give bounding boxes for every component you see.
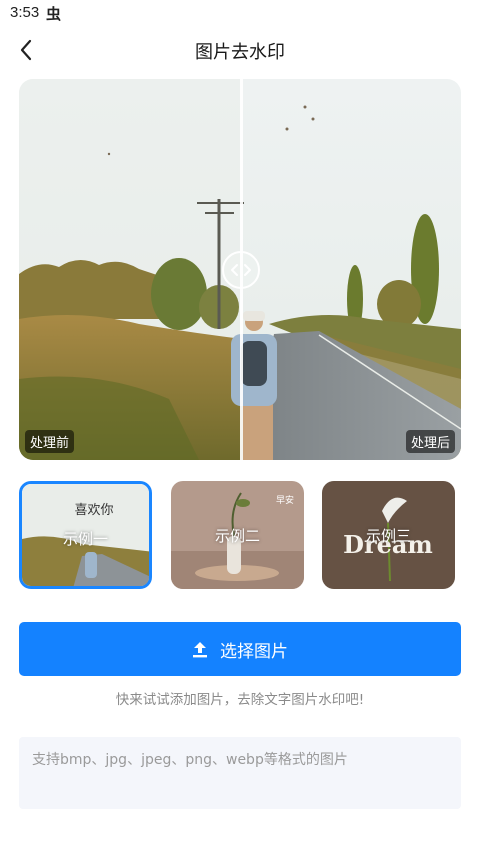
- hint-text: 快来试试添加图片，去除文字图片水印吧!: [115, 692, 365, 708]
- example-1-watermark: 喜欢你: [74, 503, 113, 518]
- example-1-label: 示例一: [62, 530, 108, 548]
- example-thumbnails: 喜欢你 示例一 早安 示例二 Dream 示例三: [19, 481, 461, 589]
- example-2-label: 示例二: [214, 527, 260, 545]
- before-label: 处理前: [25, 430, 75, 453]
- after-label: 处理后: [405, 430, 455, 453]
- example-thumbnail-1[interactable]: 喜欢你 示例一: [19, 481, 152, 589]
- status-bar: 3:53 虫: [0, 0, 480, 26]
- comparison-drag-handle[interactable]: [222, 251, 260, 289]
- left-right-arrows-icon: [231, 264, 251, 276]
- example-thumbnail-3[interactable]: Dream 示例三: [322, 481, 455, 589]
- format-info-box: 支持bmp、jpg、jpeg、png、webp等格式的图片: [19, 737, 461, 809]
- select-image-label: 选择图片: [220, 641, 288, 662]
- format-info-text: 支持bmp、jpg、jpeg、png、webp等格式的图片: [32, 752, 348, 768]
- status-time: 3:53: [10, 4, 40, 21]
- example-2-watermark: 早安: [276, 494, 294, 506]
- top-bar: 图片去水印: [0, 30, 480, 70]
- example-thumbnail-2[interactable]: 早安 示例二: [171, 481, 304, 589]
- page-title: 图片去水印: [195, 42, 285, 63]
- example-3-label: 示例三: [365, 527, 411, 545]
- select-image-button[interactable]: 选择图片: [19, 622, 461, 676]
- app-notification-icon: 虫: [46, 5, 62, 23]
- before-after-preview[interactable]: 处理前 处理后: [19, 79, 461, 460]
- upload-icon: [193, 642, 207, 658]
